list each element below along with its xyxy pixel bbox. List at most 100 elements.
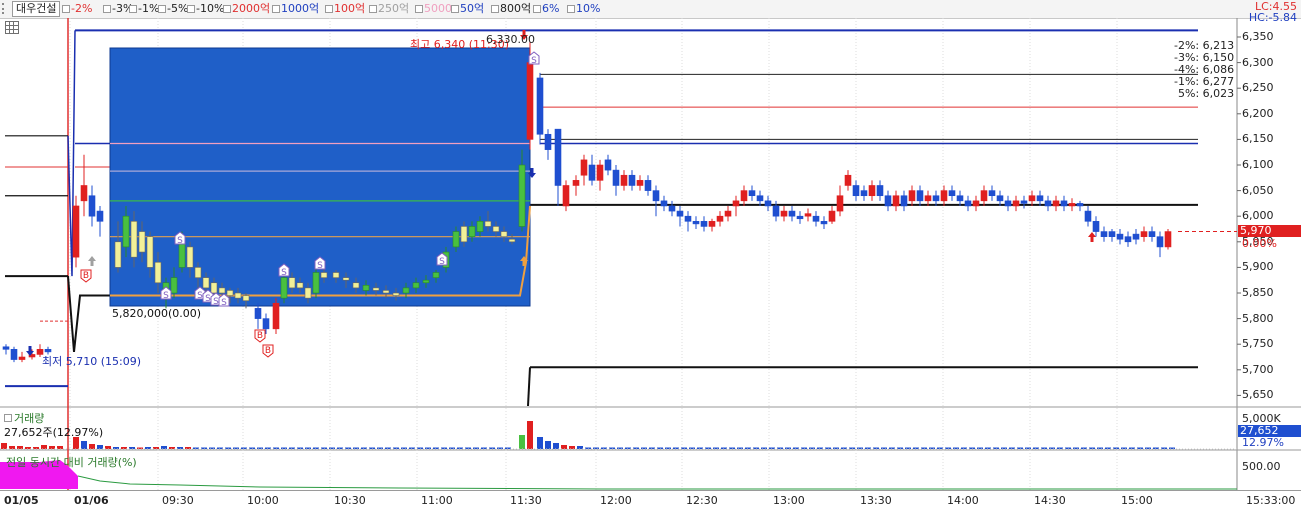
candle-body[interactable] <box>972 200 980 207</box>
candle-body[interactable] <box>484 221 492 227</box>
option-checkbox-5[interactable] <box>223 5 231 13</box>
candle-body[interactable] <box>10 349 18 360</box>
option-checkbox-1[interactable] <box>103 5 111 13</box>
candle-body[interactable] <box>716 215 724 222</box>
candle-body[interactable] <box>288 277 296 289</box>
candle-body[interactable] <box>402 287 410 294</box>
candle-body[interactable] <box>836 195 844 212</box>
candle-body[interactable] <box>1164 231 1172 248</box>
candle-body[interactable] <box>544 133 552 150</box>
candle-body[interactable] <box>660 200 668 207</box>
candle-body[interactable] <box>1036 195 1044 202</box>
candle-body[interactable] <box>852 185 860 197</box>
candle-body[interactable] <box>964 200 972 207</box>
candle-body[interactable] <box>596 164 604 181</box>
candle-body[interactable] <box>536 77 544 135</box>
candle-body[interactable] <box>876 185 884 197</box>
stock-name-field[interactable]: 대우건설 <box>12 1 61 17</box>
option-checkbox-0[interactable] <box>62 5 70 13</box>
option-checkbox-6[interactable] <box>272 5 280 13</box>
candle-body[interactable] <box>210 282 218 294</box>
candle-body[interactable] <box>756 195 764 202</box>
candle-body[interactable] <box>154 261 162 284</box>
option-label-2[interactable]: -1% <box>138 2 159 16</box>
candle-body[interactable] <box>36 349 44 355</box>
candle-body[interactable] <box>772 205 780 217</box>
candle-body[interactable] <box>526 62 534 140</box>
candle-body[interactable] <box>80 185 88 202</box>
candle-body[interactable] <box>868 185 876 197</box>
candle-body[interactable] <box>296 282 304 289</box>
candle-body[interactable] <box>900 195 908 207</box>
candle-body[interactable] <box>892 195 900 207</box>
candle-body[interactable] <box>948 190 956 197</box>
candle-body[interactable] <box>740 190 748 202</box>
candle-body[interactable] <box>460 226 468 243</box>
candle-body[interactable] <box>170 277 178 294</box>
option-label-10[interactable]: 50억 <box>460 2 484 16</box>
candle-body[interactable] <box>372 287 380 291</box>
candle-body[interactable] <box>796 215 804 220</box>
option-label-0[interactable]: -2% <box>71 2 92 16</box>
option-label-6[interactable]: 1000억 <box>281 2 319 16</box>
candle-body[interactable] <box>1092 221 1100 232</box>
candle-body[interactable] <box>1052 200 1060 207</box>
option-label-3[interactable]: -5% <box>167 2 188 16</box>
candle-body[interactable] <box>72 205 80 258</box>
candle-body[interactable] <box>130 221 138 258</box>
candle-body[interactable] <box>138 231 146 253</box>
candle-body[interactable] <box>146 236 154 268</box>
candle-body[interactable] <box>382 290 390 294</box>
candle-body[interactable] <box>932 195 940 202</box>
candle-body[interactable] <box>924 195 932 202</box>
candle-body[interactable] <box>342 277 350 281</box>
candle-body[interactable] <box>508 238 516 243</box>
candle-body[interactable] <box>812 215 820 222</box>
candle-body[interactable] <box>644 180 652 191</box>
candle-body[interactable] <box>562 185 570 207</box>
candle-body[interactable] <box>1156 236 1164 248</box>
candle-body[interactable] <box>996 195 1004 202</box>
candle-body[interactable] <box>572 180 580 186</box>
candle-body[interactable] <box>186 246 194 268</box>
option-checkbox-10[interactable] <box>451 5 459 13</box>
candle-body[interactable] <box>554 128 562 186</box>
candle-body[interactable] <box>312 272 320 294</box>
candle-body[interactable] <box>940 190 948 202</box>
option-label-8[interactable]: 250억 <box>378 2 409 16</box>
candle-body[interactable] <box>476 221 484 232</box>
candle-body[interactable] <box>226 290 234 296</box>
candle-body[interactable] <box>422 279 430 284</box>
option-label-11[interactable]: 800억 <box>500 2 531 16</box>
candle-body[interactable] <box>44 349 52 353</box>
candle-body[interactable] <box>1004 200 1012 207</box>
candle-body[interactable] <box>988 190 996 197</box>
candle-body[interactable] <box>254 308 262 319</box>
candle-body[interactable] <box>432 272 440 278</box>
option-checkbox-9[interactable] <box>415 5 423 13</box>
candle-body[interactable] <box>362 285 370 291</box>
candle-body[interactable] <box>908 190 916 202</box>
candle-body[interactable] <box>1140 231 1148 237</box>
candle-body[interactable] <box>612 169 620 186</box>
candle-body[interactable] <box>732 200 740 207</box>
option-checkbox-11[interactable] <box>491 5 499 13</box>
candle-body[interactable] <box>452 231 460 248</box>
candle-body[interactable] <box>272 302 280 330</box>
candle-body[interactable] <box>262 318 270 330</box>
candle-body[interactable] <box>916 190 924 202</box>
candle-body[interactable] <box>1060 200 1068 207</box>
candle-body[interactable] <box>202 277 210 289</box>
candle-body[interactable] <box>234 292 242 299</box>
option-checkbox-7[interactable] <box>325 5 333 13</box>
candle-body[interactable] <box>1044 200 1052 207</box>
candle-body[interactable] <box>1068 203 1076 207</box>
candle-body[interactable] <box>684 215 692 222</box>
candle-body[interactable] <box>708 221 716 227</box>
candle-body[interactable] <box>280 277 288 299</box>
candle-body[interactable] <box>1020 200 1028 204</box>
option-label-9[interactable]: 5000 <box>424 2 452 16</box>
candle-body[interactable] <box>88 195 96 217</box>
candle-body[interactable] <box>1100 231 1108 237</box>
candle-body[interactable] <box>1028 195 1036 202</box>
